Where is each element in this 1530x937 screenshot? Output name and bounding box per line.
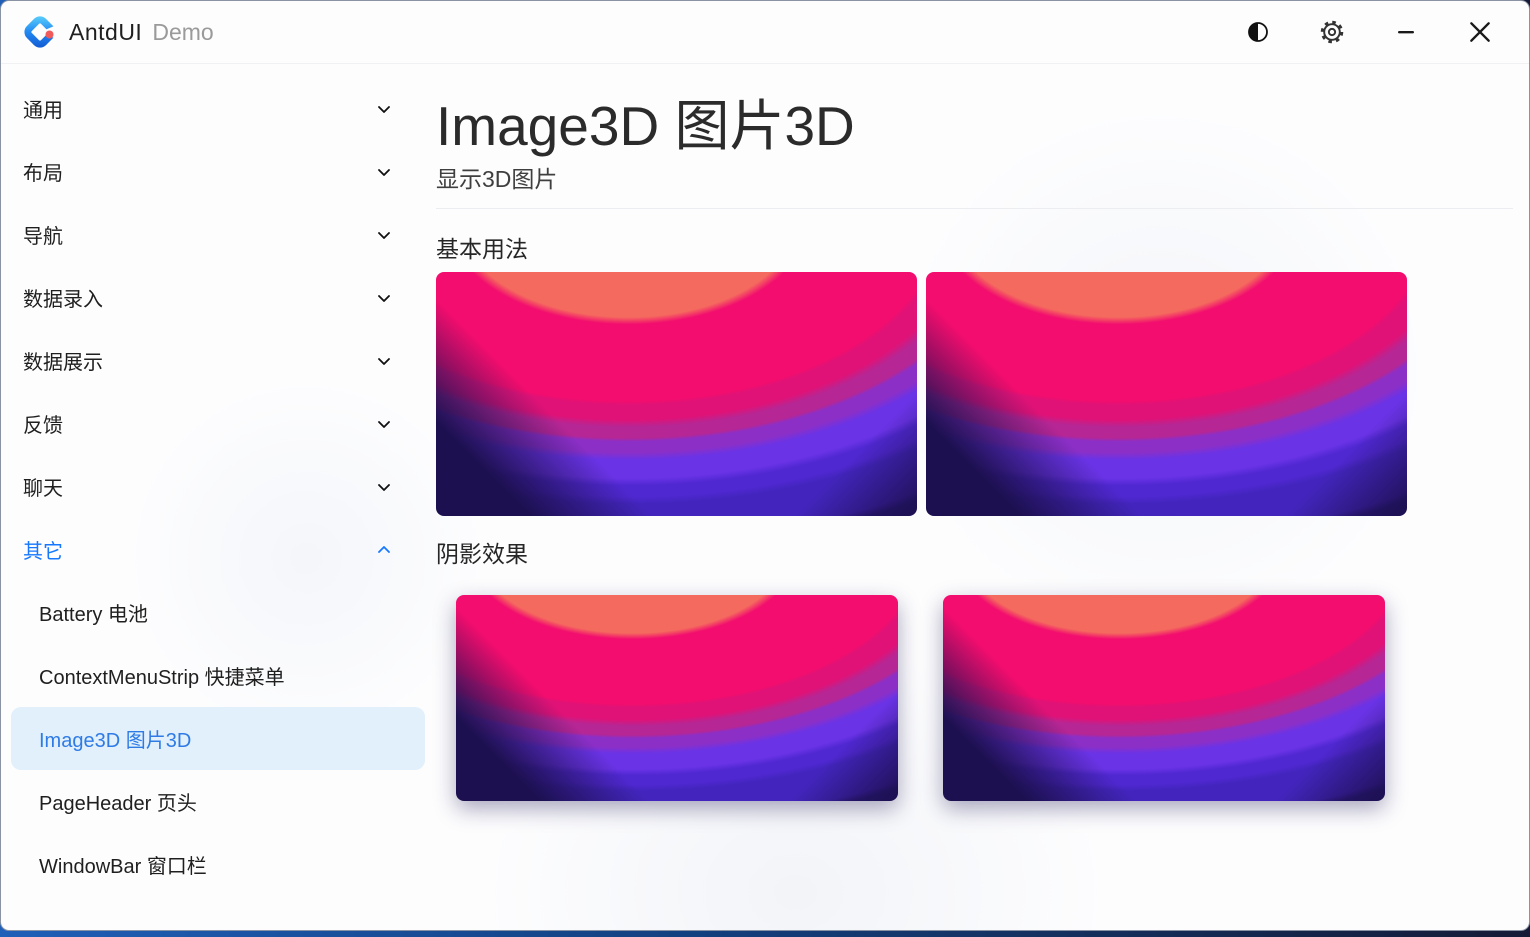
titlebar: AntdUI Demo [1,1,1529,64]
sidebar-group-data-display[interactable]: 数据展示 [1,329,425,392]
sidebar-group-chat[interactable]: 聊天 [1,455,425,518]
section-title-shadow-effect: 阴影效果 [436,535,528,569]
app-window: AntdUI Demo [0,0,1530,931]
sidebar-group-navigation[interactable]: 导航 [1,203,425,266]
sidebar-item-label: Battery 电池 [39,598,148,627]
chevron-up-icon [374,540,394,560]
page-title: Image3D 图片3D [436,81,855,161]
image3d-basic-2[interactable] [926,272,1407,516]
theme-toggle-button[interactable] [1235,12,1281,52]
chevron-down-icon [374,288,394,308]
sidebar-group-label: 导航 [23,220,374,249]
chevron-down-icon [374,414,394,434]
minimize-button[interactable] [1383,12,1429,52]
sidebar-group-label: 数据录入 [23,283,374,312]
sidebar-item-label: ContextMenuStrip 快捷菜单 [39,661,285,690]
image3d-basic-1[interactable] [436,272,917,516]
sidebar-item-windowbar[interactable]: WindowBar 窗口栏 [1,833,425,896]
shadow-effect-row [456,595,1385,801]
section-title-basic-usage: 基本用法 [436,230,528,264]
settings-button[interactable] [1309,12,1355,52]
chevron-down-icon [374,162,394,182]
minimize-icon [1394,20,1418,44]
chevron-down-icon [374,225,394,245]
chevron-down-icon [374,99,394,119]
sidebar-group-other[interactable]: 其它 [1,518,425,581]
sidebar-group-label: 反馈 [23,409,374,438]
sidebar: 通用 布局 导航 数据录入 数据展示 反馈 聊天 其它 [1,64,425,930]
close-button[interactable] [1457,12,1503,52]
sidebar-item-label: PageHeader 页头 [39,787,197,816]
image3d-shadow-1[interactable] [456,595,898,801]
page-subtitle: 显示3D图片 [436,160,557,194]
sidebar-group-label: 聊天 [23,472,374,501]
sidebar-group-layout[interactable]: 布局 [1,140,425,203]
sidebar-group-label: 通用 [23,94,374,123]
contrast-icon [1246,20,1270,44]
app-subtitle: Demo [152,19,213,46]
sidebar-group-feedback[interactable]: 反馈 [1,392,425,455]
basic-usage-row [436,272,1407,516]
sidebar-group-label: 数据展示 [23,346,374,375]
sidebar-item-label: WindowBar 窗口栏 [39,850,207,879]
sidebar-item-image3d[interactable]: Image3D 图片3D [11,707,425,770]
main-content: Image3D 图片3D 显示3D图片 基本用法 阴影效果 [436,64,1529,930]
sidebar-group-label: 其它 [23,535,374,564]
sidebar-group-label: 布局 [23,157,374,186]
header-divider [436,208,1513,209]
sidebar-item-contextmenustrip[interactable]: ContextMenuStrip 快捷菜单 [1,644,425,707]
sidebar-group-data-entry[interactable]: 数据录入 [1,266,425,329]
gear-icon [1319,19,1345,45]
sidebar-group-general[interactable]: 通用 [1,77,425,140]
chevron-down-icon [374,477,394,497]
sidebar-item-label: Image3D 图片3D [39,724,191,753]
close-icon [1467,19,1493,45]
sidebar-item-pageheader[interactable]: PageHeader 页头 [1,770,425,833]
antdui-logo-icon [23,15,57,49]
app-title: AntdUI [69,19,142,46]
sidebar-item-battery[interactable]: Battery 电池 [1,581,425,644]
image3d-shadow-2[interactable] [943,595,1385,801]
chevron-down-icon [374,351,394,371]
